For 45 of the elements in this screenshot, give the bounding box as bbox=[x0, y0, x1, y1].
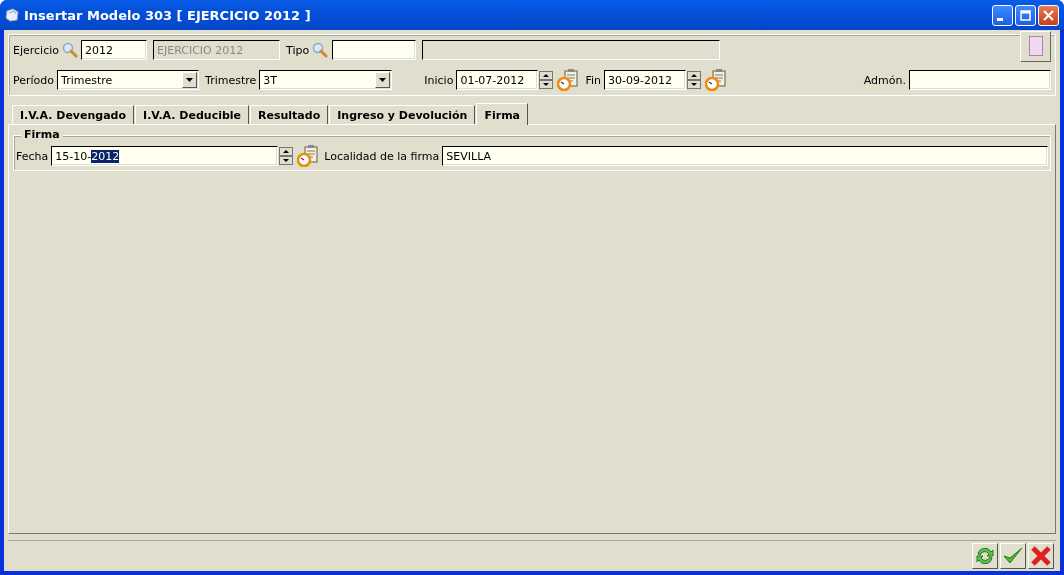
description-field: EJERCICIO 2012 bbox=[153, 40, 280, 60]
minimize-button[interactable] bbox=[992, 4, 1013, 26]
tab[interactable]: Firma bbox=[476, 103, 529, 125]
tab[interactable]: Resultado bbox=[250, 105, 329, 124]
field-label: Inicio bbox=[424, 73, 454, 87]
group-title: Firma bbox=[21, 128, 63, 141]
field-label: Fin bbox=[585, 73, 601, 87]
field-label: Admón. bbox=[863, 73, 906, 87]
refresh-button[interactable] bbox=[972, 543, 998, 569]
document-icon bbox=[1028, 36, 1043, 56]
tab[interactable]: I.V.A. Deducible bbox=[135, 105, 250, 124]
refresh-icon bbox=[974, 545, 996, 567]
input-field[interactable]: 30-09-2012 bbox=[603, 70, 686, 90]
field-label: Trimestre bbox=[205, 73, 257, 87]
maximize-icon bbox=[1020, 9, 1031, 21]
input-field[interactable]: 2012 bbox=[81, 40, 147, 60]
field-label: Fecha bbox=[16, 149, 49, 163]
document-button[interactable] bbox=[1020, 30, 1051, 62]
minimize-icon bbox=[997, 17, 1003, 21]
close-icon bbox=[1043, 9, 1054, 21]
input-field[interactable]: SEVILLA bbox=[442, 146, 1048, 166]
dropdown[interactable]: Trimestre bbox=[57, 70, 200, 90]
close-icon bbox=[1030, 545, 1052, 567]
cancel-button[interactable] bbox=[1028, 543, 1054, 569]
caret-icon bbox=[379, 78, 387, 82]
caret-icon bbox=[186, 78, 194, 82]
field-label: Tipo bbox=[286, 43, 310, 57]
tab[interactable]: Ingreso y Devolución bbox=[329, 105, 476, 124]
input-field[interactable]: 01-07-2012 bbox=[456, 70, 539, 90]
window-title: Insertar Modelo 303 [ EJERCICIO 2012 ] bbox=[24, 7, 312, 23]
field-label: Localidad de la firma bbox=[324, 149, 440, 163]
spinner[interactable] bbox=[686, 71, 701, 89]
dropdown[interactable]: 3T bbox=[259, 70, 393, 90]
spinner[interactable] bbox=[279, 147, 294, 165]
maximize-button[interactable] bbox=[1015, 4, 1036, 26]
input-field[interactable] bbox=[909, 70, 1051, 90]
input-field[interactable] bbox=[332, 40, 417, 60]
date-field[interactable]: 15-10-2012 bbox=[51, 146, 279, 166]
app-icon bbox=[5, 8, 19, 22]
accept-button[interactable] bbox=[1000, 543, 1026, 569]
field-label: Período bbox=[13, 73, 55, 87]
spinner[interactable] bbox=[539, 71, 554, 89]
tab[interactable]: I.V.A. Devengado bbox=[12, 105, 135, 124]
field-label: Ejercicio bbox=[13, 43, 59, 57]
close-button[interactable] bbox=[1038, 4, 1059, 26]
